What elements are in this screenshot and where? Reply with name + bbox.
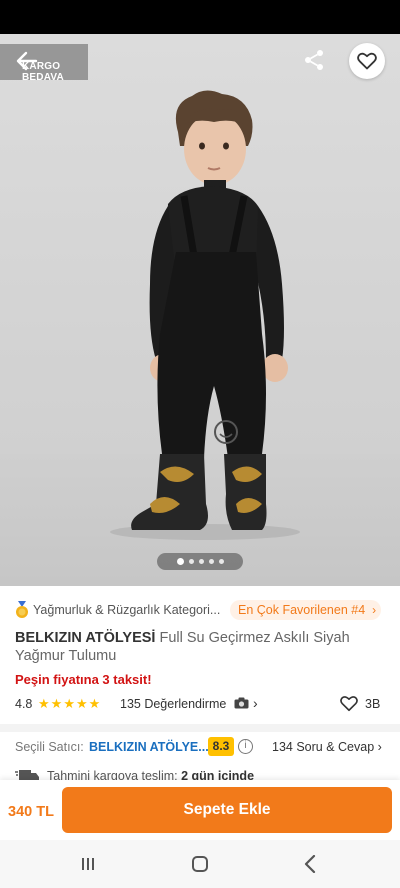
gallery-dot[interactable]	[198, 559, 204, 564]
rating-row: 4.8 ★ ★ ★ ★ ★ 135 Değerlendirme › 3B	[15, 694, 387, 714]
star-icon: ★	[88, 696, 101, 711]
product-title: BELKIZIN ATÖLYESİ Full Su Geçirmez Askıl…	[15, 629, 387, 665]
star-icon: ★	[38, 696, 50, 711]
heart-outline-icon[interactable]	[340, 695, 358, 712]
star-icon: ★	[63, 696, 75, 711]
most-favorited-badge[interactable]: En Çok Favorilenen #4 ›	[230, 600, 382, 620]
add-to-cart-button[interactable]: Sepete Ekle	[62, 787, 392, 833]
product-detail-screen: KARGO BEDAVA Yağmurluk & Rüzgarlık Kateg…	[0, 0, 400, 888]
brand-name[interactable]: BELKIZIN ATÖLYESİ	[15, 630, 155, 646]
status-bar	[0, 0, 400, 34]
product-photo	[110, 90, 300, 540]
favorite-count: 3B	[365, 697, 381, 711]
seller-score-badge: 8.3	[208, 737, 234, 756]
favorite-button[interactable]	[349, 43, 385, 79]
rating-stars: ★ ★ ★ ★ ★	[38, 696, 100, 712]
price: 340 TL	[8, 804, 54, 820]
gallery-dot-active[interactable]	[176, 558, 184, 565]
star-icon: ★	[75, 696, 88, 711]
gallery-dot[interactable]	[218, 559, 224, 564]
arrow-left-icon[interactable]	[14, 48, 40, 74]
chevron-right-icon: ›	[372, 603, 377, 617]
back-button[interactable]: KARGO BEDAVA	[0, 44, 88, 83]
section-divider	[0, 724, 400, 732]
share-icon[interactable]	[302, 48, 326, 72]
rating-value: 4.8	[15, 697, 33, 711]
heart-icon	[357, 52, 377, 70]
bottom-buy-bar: 340 TL Sepete Ekle	[0, 780, 400, 840]
home-icon[interactable]	[192, 856, 208, 872]
seller-row: Seçili Satıcı: BELKIZIN ATÖLYE... 8.3 i …	[15, 737, 387, 757]
category-row: Yağmurluk & Rüzgarlık Kategori... En Çok…	[14, 600, 386, 620]
category-link[interactable]: Yağmurluk & Rüzgarlık Kategori...	[33, 603, 220, 617]
nav-back-icon[interactable]	[304, 855, 316, 873]
medal-icon	[16, 601, 28, 618]
star-icon: ★	[50, 696, 63, 711]
product-image-gallery[interactable]: KARGO BEDAVA	[0, 34, 400, 586]
recent-apps-icon[interactable]	[81, 857, 95, 871]
installment-text: Peşin fiyatına 3 taksit!	[15, 672, 152, 687]
reviews-link[interactable]: 135 Değerlendirme	[120, 697, 226, 711]
gallery-pagination	[157, 553, 243, 570]
gallery-dot[interactable]	[188, 559, 194, 564]
camera-icon	[234, 697, 249, 709]
seller-name-link[interactable]: BELKIZIN ATÖLYE...	[89, 740, 209, 754]
most-favorited-label: En Çok Favorilenen #4	[238, 603, 366, 617]
questions-answers-link[interactable]: 134 Soru & Cevap ›	[272, 740, 382, 754]
info-icon[interactable]: i	[238, 739, 253, 754]
chevron-right-icon[interactable]: ›	[253, 695, 258, 711]
questions-answers-label: 134 Soru & Cevap	[272, 740, 375, 754]
system-navigation-bar	[0, 840, 400, 888]
seller-label: Seçili Satıcı:	[15, 740, 84, 754]
gallery-dot[interactable]	[208, 559, 214, 564]
